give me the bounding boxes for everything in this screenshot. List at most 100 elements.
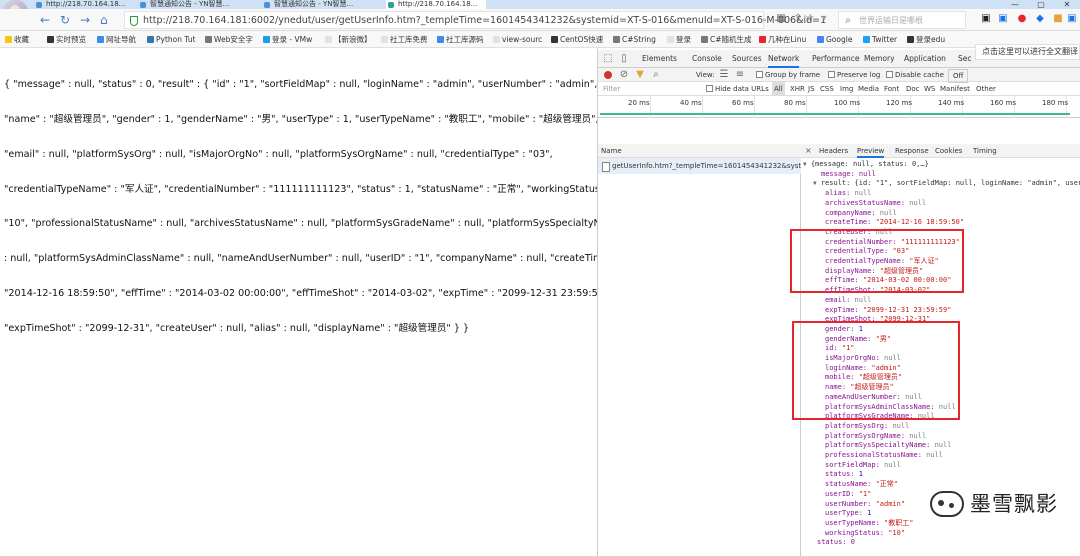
bookmark-item[interactable]: C#String (612, 31, 656, 47)
bookmark-item[interactable]: 登录 (666, 31, 691, 47)
devtools-tab-performance[interactable]: Performance (812, 50, 860, 68)
search-box[interactable]: ⌕ 世界运输日是哪根 (838, 11, 966, 29)
filter-type-manifest[interactable]: Manifest (940, 82, 970, 96)
tree-value: null (879, 208, 897, 217)
tree-field-statusName: statusName: "正常" (825, 480, 898, 490)
disable-cache-checkbox[interactable]: Disable cache (886, 68, 944, 82)
bookmark-item[interactable]: 【新浪微】 (324, 31, 372, 47)
tree-key: userType: (825, 509, 868, 518)
tree-root[interactable]: ▼ {message: null, status: 0,…} (803, 160, 929, 170)
bookmark-item[interactable]: CentOS快速 (550, 31, 603, 47)
record-icon[interactable] (604, 71, 612, 79)
star-icon[interactable]: ☆ (804, 13, 816, 25)
back-button[interactable]: ← (40, 12, 50, 28)
share-icon[interactable]: ⇪ (792, 13, 804, 25)
ext-icon[interactable]: ▣ (1066, 13, 1078, 25)
browser-tab[interactable]: 智慧通知公告 - YN智慧... (138, 0, 238, 9)
browser-tab-active[interactable]: http://218.70.164.18... (386, 0, 486, 9)
bookmark-item[interactable]: 网址导航 (96, 31, 136, 47)
devtools-tab-network[interactable]: Network (768, 50, 800, 68)
grid-icon[interactable]: ▦ (775, 13, 787, 25)
close-detail-button[interactable]: × (805, 144, 812, 158)
group-by-frame-checkbox[interactable]: Group by frame (756, 68, 820, 82)
filter-type-xhr[interactable]: XHR (790, 82, 805, 96)
home-button[interactable]: ⌂ (100, 12, 108, 28)
bookmark-item[interactable]: 登录 - VMw (262, 31, 312, 47)
filter-type-css[interactable]: CSS (820, 82, 834, 96)
bookmark-item[interactable]: view-sourc (492, 31, 542, 47)
bookmark-item[interactable]: Google (816, 31, 852, 47)
bookmark-item[interactable]: 收藏 (4, 31, 29, 47)
devtools-tab-sources[interactable]: Sources (732, 50, 762, 68)
minimize-button[interactable]: — (1002, 0, 1028, 9)
overview-icon[interactable]: ≡ (734, 69, 746, 81)
close-window-button[interactable]: ✕ (1054, 0, 1080, 9)
forward-button[interactable]: → (80, 12, 90, 28)
preserve-log-checkbox[interactable]: Preserve log (828, 68, 880, 82)
checkbox-label: Group by frame (765, 71, 821, 79)
chat-bubble-icon (930, 491, 964, 517)
detail-tab-preview[interactable]: Preview (857, 144, 885, 158)
tree-field-platformSysOrgName: platformSysOrgName: null (825, 432, 926, 442)
bookmark-item[interactable]: 实时预览 (46, 31, 86, 47)
location-icon[interactable]: ● (1016, 13, 1028, 25)
bookmark-item[interactable]: C#随机生成 (700, 31, 752, 47)
filter-type-doc[interactable]: Doc (906, 82, 920, 96)
detail-tab-timing[interactable]: Timing (973, 144, 997, 158)
timeline-tick-label: 60 ms (732, 99, 754, 107)
address-bar[interactable]: http://218.70.164.181:6002/ynedut/user/g… (124, 11, 826, 29)
inspect-icon[interactable]: ⬚ (602, 53, 614, 65)
page-favicon-icon (36, 2, 42, 8)
browser-tab[interactable]: http://218.70.164.18... (34, 0, 134, 9)
tree-field-email: email: null (825, 296, 871, 306)
devtools-tab-memory[interactable]: Memory (864, 50, 895, 68)
bookmark-item[interactable]: 登录edu (906, 31, 945, 47)
name-column-header[interactable]: Name (598, 144, 801, 158)
filter-type-js[interactable]: JS (808, 82, 815, 96)
dropdown-icon[interactable]: ▾ (818, 13, 830, 25)
throttling-select[interactable]: Off (948, 69, 969, 83)
bookmark-item[interactable]: Twitter (862, 31, 897, 47)
filter-type-other[interactable]: Other (976, 82, 996, 96)
filter-type-media[interactable]: Media (858, 82, 879, 96)
bookmark-item[interactable]: 社工库免费 (380, 31, 428, 47)
filter-type-font[interactable]: Font (884, 82, 899, 96)
tree-key: message: null (821, 169, 876, 178)
page-favicon-icon (264, 2, 270, 8)
devtools-tab-elements[interactable]: Elements (642, 50, 677, 68)
browser-tab[interactable]: 智慧通知公告 - YN智慧... (262, 0, 362, 9)
detail-tab-response[interactable]: Response (895, 144, 929, 158)
detail-tab-cookies[interactable]: Cookies (935, 144, 962, 158)
tree-key: platformSysOrg: (825, 421, 893, 430)
search-icon[interactable]: ⌕ (650, 69, 662, 81)
hide-data-urls-checkbox[interactable]: Hide data URLs (706, 82, 769, 96)
bookmark-item[interactable]: Web安全字 (204, 31, 253, 47)
tree-key: userTypeName: (825, 518, 885, 527)
devtools-tab-application[interactable]: Application (904, 50, 946, 68)
ext-icon[interactable]: ■ (1052, 13, 1064, 25)
bookmark-item[interactable]: 社工库源码 (436, 31, 484, 47)
filter-type-ws[interactable]: WS (924, 82, 935, 96)
tree-value: null (926, 451, 944, 459)
filter-input[interactable]: Filter (603, 82, 620, 96)
devtools-tab-console[interactable]: Console (692, 50, 722, 68)
list-view-icon[interactable]: ☰ (718, 69, 730, 81)
maximize-button[interactable]: ▢ (1028, 0, 1054, 9)
reload-button[interactable]: ↻ (60, 12, 70, 28)
filter-icon[interactable]: ▼ (634, 69, 646, 81)
ext-icon[interactable]: ▣ (980, 13, 992, 25)
device-toggle-icon[interactable]: ▯ (618, 53, 630, 65)
tree-result-node[interactable]: ▼ result: {id: "1", sortFieldMap: null, … (813, 179, 1080, 189)
page-content: { "message" : null, "status" : 0, "resul… (0, 48, 597, 556)
request-row[interactable]: getUserInfo.htm?_templeTime=160145434123… (598, 158, 801, 174)
translate-ext-icon[interactable]: ▣ (997, 13, 1009, 25)
filter-type-img[interactable]: Img (840, 82, 853, 96)
devtools-tab-security[interactable]: Sec (958, 50, 972, 68)
bookmark-item[interactable]: 几种在Linu (758, 31, 806, 47)
bookmark-item[interactable]: Python Tut (146, 31, 196, 47)
shield-ext-icon[interactable]: ◆ (1034, 13, 1046, 25)
tree-field-userType: userType: 1 (825, 509, 871, 519)
clear-icon[interactable]: ⊘ (618, 69, 630, 81)
filter-type-all[interactable]: All (772, 82, 785, 96)
detail-tab-headers[interactable]: Headers (819, 144, 848, 158)
